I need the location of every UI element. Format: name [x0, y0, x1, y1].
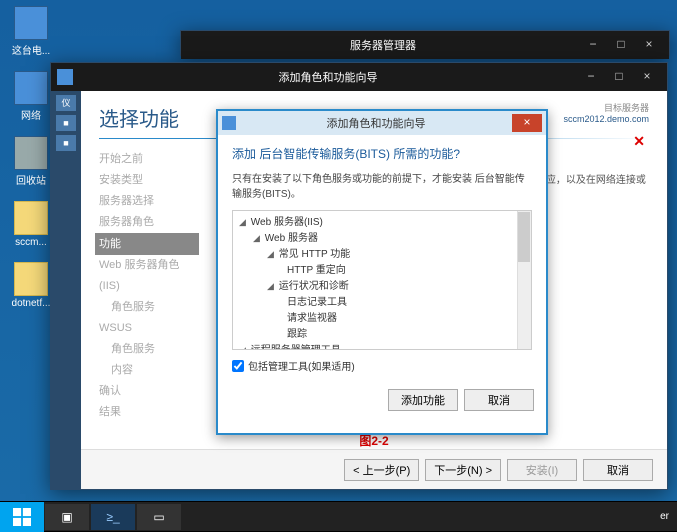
nav-before[interactable]: 开始之前 — [99, 149, 199, 170]
tree-node[interactable]: 请求监视器 — [287, 313, 337, 324]
expand-icon[interactable]: ◢ — [239, 215, 248, 229]
icon-label: 这台电... — [12, 46, 50, 57]
maximize-button[interactable]: □ — [605, 67, 633, 87]
install-button[interactable]: 安装(I) — [507, 459, 577, 481]
tree-node[interactable]: 跟踪 — [287, 329, 307, 340]
wizard-footer: 图2-2 < 上一步(P) 下一步(N) > 安装(I) 取消 — [81, 449, 667, 489]
nav-role-services2[interactable]: 角色服务 — [99, 339, 199, 360]
taskbar-powershell[interactable]: ≥_ — [91, 504, 135, 530]
icon-label: 回收站 — [16, 176, 46, 187]
nav-features[interactable]: 功能 — [95, 233, 199, 256]
nav-install-type[interactable]: 安装类型 — [99, 170, 199, 191]
scrollbar[interactable] — [517, 211, 531, 349]
target-label: 目标服务器 — [563, 101, 649, 114]
error-close-icon[interactable]: ✕ — [633, 133, 645, 150]
desktop-icon-network[interactable]: 网络 — [6, 71, 56, 122]
nav-web-role[interactable]: Web 服务器角色(IIS) — [99, 255, 199, 297]
include-tools-label: 包括管理工具(如果适用) — [248, 358, 355, 373]
dialog-message: 只有在安装了以下角色服务或功能的前提下，才能安装 后台智能传输服务(BITS)。 — [232, 172, 532, 202]
target-value: sccm2012.demo.com — [563, 114, 649, 124]
wizard-title: 添加角色和功能向导 — [79, 69, 577, 85]
wizard-icon — [57, 69, 73, 85]
nav-role-services[interactable]: 角色服务 — [99, 297, 199, 318]
server-manager-title: 服务器管理器 — [187, 37, 579, 53]
dialog-close-button[interactable]: × — [512, 114, 542, 132]
dialog-icon — [222, 116, 236, 130]
server-manager-window: 服务器管理器 − □ × — [180, 30, 670, 56]
wizard-nav: 开始之前 安装类型 服务器选择 服务器角色 功能 Web 服务器角色(IIS) … — [99, 149, 199, 423]
tray-text: er — [660, 511, 669, 522]
dialog-footer: 添加功能 取消 — [218, 381, 546, 419]
wizard-left-toolbar: 仪 ■ ■ — [51, 91, 81, 489]
icon-label: sccm... — [15, 237, 47, 248]
tree-node[interactable]: Web 服务器 — [265, 233, 318, 244]
cancel-button[interactable]: 取消 — [583, 459, 653, 481]
expand-icon[interactable]: ◢ — [267, 279, 276, 293]
icon-label: dotnetf... — [12, 298, 51, 309]
desktop: 这台电... 网络 回收站 sccm... dotnetf... 服务器管理器 … — [0, 0, 677, 531]
maximize-button[interactable]: □ — [607, 35, 635, 55]
nav-server-roles[interactable]: 服务器角色 — [99, 212, 199, 233]
expand-icon[interactable]: ◢ — [253, 231, 262, 245]
next-button[interactable]: 下一步(N) > — [425, 459, 501, 481]
desktop-icon-folder-dotnet[interactable]: dotnetf... — [6, 262, 56, 309]
tree-node[interactable]: 远程服务器管理工具 — [251, 345, 341, 350]
start-button[interactable] — [0, 502, 44, 532]
tree-node[interactable]: 日志记录工具 — [287, 297, 347, 308]
dialog-title: 添加角色和功能向导 — [240, 115, 512, 131]
dialog-body: 添加 后台智能传输服务(BITS) 所需的功能? 只有在安装了以下角色服务或功能… — [218, 135, 546, 381]
scrollbar-thumb[interactable] — [518, 212, 530, 262]
tree-node[interactable]: 常见 HTTP 功能 — [279, 249, 350, 260]
prev-button[interactable]: < 上一步(P) — [344, 459, 419, 481]
toolbar-all-icon[interactable]: ■ — [56, 135, 76, 151]
nav-results[interactable]: 结果 — [99, 402, 199, 423]
dependency-tree[interactable]: ◢ Web 服务器(IIS) ◢ Web 服务器 ◢ 常见 HTTP 功能 HT… — [232, 210, 532, 350]
close-button[interactable]: × — [635, 35, 663, 55]
add-features-button[interactable]: 添加功能 — [388, 389, 458, 411]
windows-icon — [13, 508, 31, 526]
minimize-button[interactable]: − — [579, 35, 607, 55]
tree-node[interactable]: HTTP 重定向 — [287, 265, 346, 276]
nav-wsus[interactable]: WSUS — [99, 318, 199, 339]
icon-label: 网络 — [21, 111, 41, 122]
include-tools-input[interactable] — [232, 360, 244, 372]
toolbar-local-icon[interactable]: ■ — [56, 115, 76, 131]
dialog-question: 添加 后台智能传输服务(BITS) 所需的功能? — [232, 145, 532, 162]
tree-node[interactable]: Web 服务器(IIS) — [251, 217, 323, 228]
toolbar-dashboard-icon[interactable]: 仪 — [56, 95, 76, 111]
dialog-cancel-button[interactable]: 取消 — [464, 389, 534, 411]
desktop-icon-computer[interactable]: 这台电... — [6, 6, 56, 57]
wizard-titlebar[interactable]: 添加角色和功能向导 − □ × — [51, 63, 667, 91]
nav-confirm[interactable]: 确认 — [99, 381, 199, 402]
system-tray[interactable]: er — [652, 511, 677, 522]
desktop-icon-recycle[interactable]: 回收站 — [6, 136, 56, 187]
taskbar-explorer[interactable]: ▭ — [137, 504, 181, 530]
window-controls: − □ × — [577, 67, 661, 87]
expand-icon[interactable]: ◢ — [267, 247, 276, 261]
taskbar: ▣ ≥_ ▭ er — [0, 501, 677, 531]
taskbar-server-manager[interactable]: ▣ — [45, 504, 89, 530]
window-controls: − □ × — [579, 35, 663, 55]
dialog-titlebar[interactable]: 添加角色和功能向导 × — [218, 111, 546, 135]
expand-icon[interactable]: ◢ — [239, 343, 248, 350]
minimize-button[interactable]: − — [577, 67, 605, 87]
target-server-info: 目标服务器 sccm2012.demo.com — [563, 101, 649, 124]
tree-node[interactable]: 运行状况和诊断 — [279, 281, 349, 292]
include-tools-checkbox[interactable]: 包括管理工具(如果适用) — [232, 358, 532, 373]
nav-content[interactable]: 内容 — [99, 360, 199, 381]
server-manager-titlebar[interactable]: 服务器管理器 − □ × — [181, 31, 669, 59]
close-button[interactable]: × — [633, 67, 661, 87]
add-features-dialog: 添加角色和功能向导 × 添加 后台智能传输服务(BITS) 所需的功能? 只有在… — [216, 109, 548, 435]
nav-server-select[interactable]: 服务器选择 — [99, 191, 199, 212]
desktop-icon-folder-sccm[interactable]: sccm... — [6, 201, 56, 248]
